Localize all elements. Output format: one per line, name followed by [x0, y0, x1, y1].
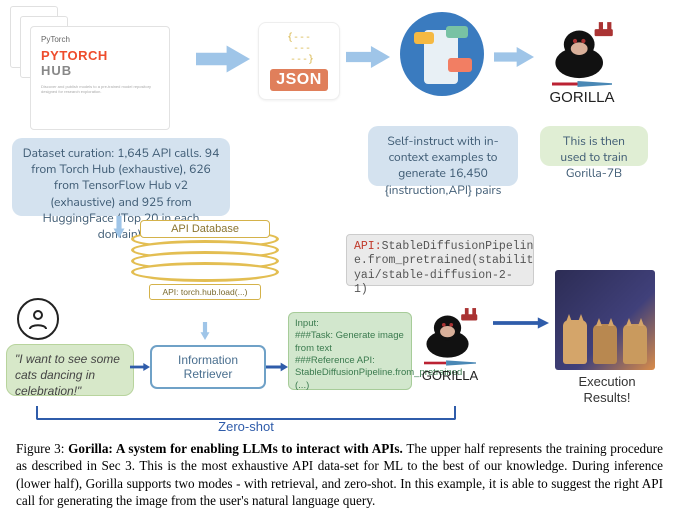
input-l1: Input: — [295, 318, 405, 330]
json-block: {--- --- ---} JSON — [258, 22, 340, 100]
execution-results-label: Execution Results! — [555, 374, 659, 405]
user-icon — [17, 298, 59, 340]
api-prefix: API: — [354, 240, 382, 253]
arrow-down-icon — [196, 318, 214, 344]
input-l2: ###Task: Generate image from text — [295, 330, 405, 355]
zero-shot-bracket: Zero-shot — [36, 398, 456, 426]
api-output-text: StableDiffusionPipeline.from_pretrained(… — [354, 240, 533, 296]
api-database-entry: API: torch.hub.load(...) — [149, 284, 261, 300]
generated-image-cats — [555, 270, 655, 370]
arrow-icon — [130, 358, 150, 376]
gorilla-icon-mid: GORILLA — [410, 293, 490, 383]
arrow-icon — [346, 44, 390, 70]
pytorch-hub-title: HUB — [41, 63, 159, 78]
json-label: JSON — [270, 69, 328, 91]
gorilla-label: GORILLA — [422, 368, 478, 383]
input-l3: ###Reference API: StableDiffusionPipelin… — [295, 355, 405, 392]
information-retriever: Information Retriever — [150, 345, 266, 389]
arrow-icon — [266, 358, 288, 376]
gorilla-svg-icon — [419, 302, 481, 360]
api-docs-stack: PyTorch PYTORCH HUB Discover and publish… — [10, 6, 168, 131]
arrow-icon — [494, 44, 534, 70]
doc-card-pytorch: PyTorch PYTORCH HUB Discover and publish… — [30, 26, 170, 130]
gorilla-label: GORILLA — [549, 89, 614, 106]
dataset-curation-box: Dataset curation: 1,645 API calls. 94 fr… — [12, 138, 230, 216]
figure-diagram: PyTorch PYTORCH HUB Discover and publish… — [0, 0, 679, 435]
arrow-down-icon — [108, 214, 130, 240]
figure-caption: Figure 3: Gorilla: A system for enabling… — [16, 440, 663, 510]
self-instruct-icon — [400, 12, 488, 100]
zero-shot-label: Zero-shot — [36, 419, 456, 434]
caption-title: Gorilla: A system for enabling LLMs to i… — [68, 441, 403, 456]
self-instruct-box: Self-instruct with in-context examples t… — [368, 126, 518, 186]
arrow-icon — [196, 44, 250, 74]
pytorch-title: PYTORCH — [41, 48, 159, 63]
gorilla-icon-top: GORILLA — [538, 6, 626, 106]
gorilla-svg-icon — [547, 15, 617, 81]
user-query-box: "I want to see some cats dancing in cele… — [6, 344, 134, 396]
doc-smalltext: Discover and publish models to a pre-tra… — [41, 84, 159, 94]
arrow-icon — [493, 314, 549, 332]
json-bracket-icon: {--- --- ---} — [284, 32, 314, 65]
screwdriver-icon — [552, 81, 612, 87]
api-output-box: API:StableDiffusionPipeline.from_pretrai… — [346, 234, 534, 286]
model-input-box: Input: ###Task: Generate image from text… — [288, 312, 412, 390]
api-database: API Database API: torch.hub.load(...) — [120, 238, 290, 324]
pytorch-logo: PyTorch — [41, 35, 159, 44]
api-database-label: API Database — [140, 220, 270, 238]
train-gorilla-box: This is then used to train Gorilla-7B — [540, 126, 648, 166]
figure-number: Figure 3: — [16, 441, 68, 456]
screwdriver-icon — [424, 360, 476, 366]
